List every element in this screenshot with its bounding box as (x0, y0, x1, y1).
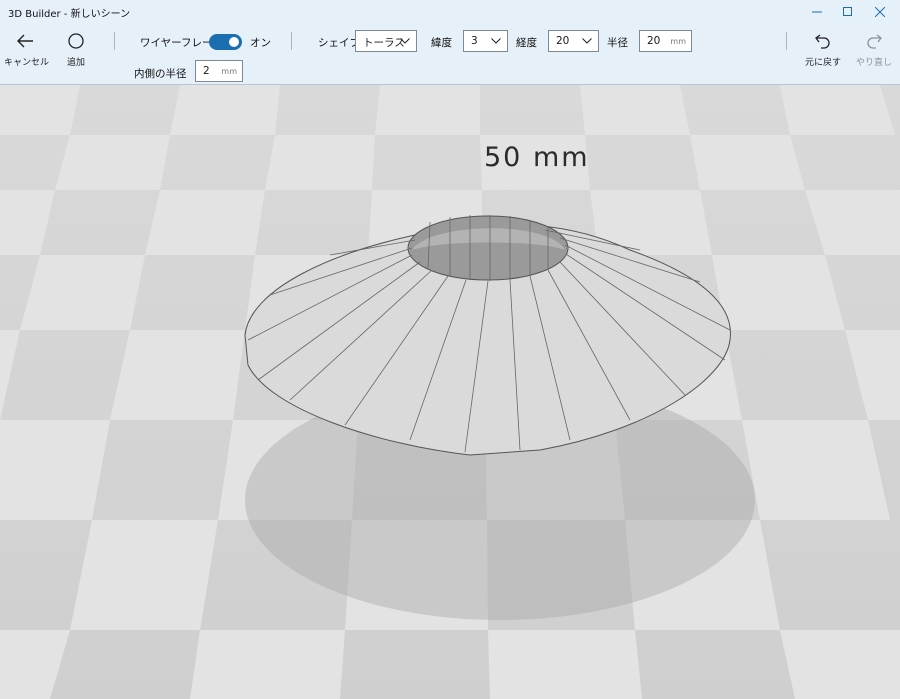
add-button[interactable]: 追加 (60, 33, 92, 68)
close-icon (874, 7, 885, 17)
wireframe-state: オン (250, 37, 271, 49)
cancel-label: キャンセル (4, 58, 50, 68)
longitude-dropdown[interactable]: 20 (548, 30, 599, 52)
shape-toolbar: キャンセル 追加 ワイヤーフレーム オン シェイプ トーラス 緯度 3 経度 2… (0, 24, 900, 85)
title-bar: 3D Builder - 新しいシーン (0, 0, 900, 25)
radius-label: 半径 (607, 37, 628, 49)
circle-icon (68, 33, 84, 49)
latitude-label: 緯度 (431, 37, 452, 49)
separator (114, 32, 115, 50)
redo-icon (867, 34, 882, 49)
minimize-button[interactable] (801, 0, 832, 24)
maximize-button[interactable] (832, 0, 863, 24)
longitude-value: 20 (556, 35, 570, 47)
radius-value: 20 (647, 35, 661, 47)
chevron-down-icon (400, 38, 410, 44)
latitude-dropdown[interactable]: 3 (463, 30, 508, 52)
dimension-label: 50 mm (484, 142, 590, 173)
cancel-button[interactable]: キャンセル (4, 33, 50, 68)
longitude-label: 経度 (516, 37, 537, 49)
radius-input[interactable]: 20 mm (639, 30, 692, 52)
redo-button[interactable]: やり直し (852, 33, 896, 68)
chevron-down-icon (582, 38, 592, 44)
back-arrow-icon (17, 34, 33, 48)
undo-icon (815, 34, 830, 49)
inner-radius-value: 2 (203, 65, 210, 77)
minimize-icon (811, 11, 822, 13)
shape-label: シェイプ (318, 37, 360, 49)
shape-value: トーラス (363, 37, 405, 49)
separator (786, 32, 787, 50)
window-title: 3D Builder - 新しいシーン (8, 9, 131, 20)
redo-label: やり直し (855, 58, 892, 68)
inner-radius-input[interactable]: 2 mm (195, 60, 243, 82)
toggle-knob (229, 37, 239, 47)
scene-canvas (0, 85, 900, 699)
close-button[interactable] (864, 0, 895, 24)
undo-button[interactable]: 元に戻す (800, 33, 846, 68)
chevron-down-icon (491, 38, 501, 44)
latitude-value: 3 (471, 35, 478, 47)
shape-dropdown[interactable]: トーラス (355, 30, 417, 52)
radius-unit: mm (670, 37, 686, 46)
wireframe-toggle[interactable] (209, 34, 242, 50)
inner-radius-label: 内側の半径 (134, 68, 187, 80)
inner-radius-unit: mm (221, 67, 237, 76)
add-label: 追加 (66, 58, 85, 68)
3d-viewport[interactable]: 50 mm (0, 85, 900, 699)
separator (291, 32, 292, 50)
undo-label: 元に戻す (804, 58, 841, 68)
maximize-icon (842, 7, 852, 16)
